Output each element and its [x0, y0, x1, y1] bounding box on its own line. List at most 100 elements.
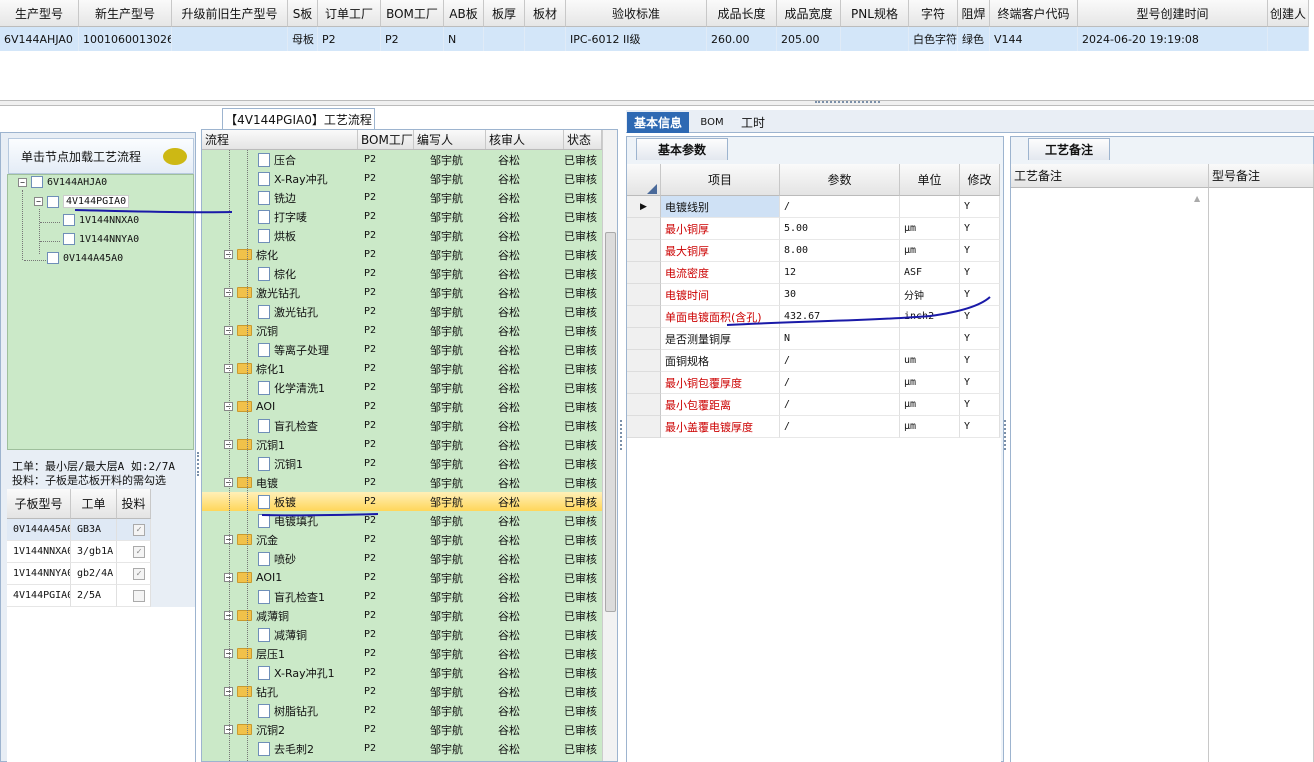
top-cell[interactable]	[525, 27, 566, 51]
row-header[interactable]	[627, 240, 661, 262]
param-item[interactable]: 电镀线别	[661, 196, 780, 218]
process-row[interactable]: 去毛刺2 P2 邹宇航 谷松 已审核	[202, 739, 602, 758]
center-collapse-handle[interactable]	[620, 420, 624, 450]
top-cell[interactable]	[172, 27, 288, 51]
process-name-cell[interactable]: X-Ray冲孔	[202, 171, 358, 187]
param-value[interactable]: 12	[780, 262, 900, 284]
top-col-header[interactable]: 生产型号	[0, 0, 79, 27]
process-row[interactable]: 电镀填孔 P2 邹宇航 谷松 已审核	[202, 511, 602, 530]
param-col-header[interactable]: 参数	[780, 164, 900, 196]
process-col-header[interactable]: 核审人	[486, 130, 564, 149]
tab-bom[interactable]: BOM	[692, 112, 732, 133]
process-row[interactable]: X-Ray冲孔1 P2 邹宇航 谷松 已审核	[202, 663, 602, 682]
param-modify[interactable]: Y	[960, 196, 1000, 218]
param-unit[interactable]: μm	[900, 240, 960, 262]
param-unit[interactable]	[900, 328, 960, 350]
process-name-cell[interactable]: 盲孔检查	[202, 418, 358, 434]
process-name-cell[interactable]: 沉铜1	[202, 456, 358, 472]
process-row[interactable]: 棕化 P2 邹宇航 谷松 已审核	[202, 264, 602, 283]
tree-expander-icon[interactable]: −	[18, 177, 27, 187]
param-modify[interactable]: Y	[960, 328, 1000, 350]
row-header[interactable]	[627, 394, 661, 416]
process-row[interactable]: − 沉铜2 P2 邹宇航 谷松 已审核	[202, 720, 602, 739]
process-row[interactable]: − 钻孔 P2 邹宇航 谷松 已审核	[202, 682, 602, 701]
process-row[interactable]: − 沉金 P2 邹宇航 谷松 已审核	[202, 530, 602, 549]
tree-node[interactable]: 1V144NNXA0	[50, 214, 139, 226]
process-row[interactable]: 树脂钻孔 P2 邹宇航 谷松 已审核	[202, 701, 602, 720]
tree-node[interactable]: 1V144NNYA0	[50, 233, 139, 245]
tree-node[interactable]: − 6V144AHJA0	[18, 176, 107, 188]
tree-expander-icon[interactable]: −	[34, 197, 43, 206]
process-name-cell[interactable]: − 激光钻孔	[202, 285, 358, 301]
top-cell[interactable]: P2	[381, 27, 444, 51]
process-name-cell[interactable]: − AOI	[202, 400, 358, 413]
param-unit[interactable]: μm	[900, 394, 960, 416]
fed-checkbox[interactable]: ✓	[133, 567, 145, 580]
process-name-cell[interactable]: 棕化	[202, 266, 358, 282]
sub-order-cell[interactable]: 2/5A	[71, 585, 117, 607]
process-row[interactable]: − 棕化 P2 邹宇航 谷松 已审核	[202, 245, 602, 264]
process-name-cell[interactable]: 激光钻孔	[202, 304, 358, 320]
param-unit[interactable]: μm	[900, 416, 960, 438]
param-modify[interactable]: Y	[960, 394, 1000, 416]
process-row[interactable]: − AOI1 P2 邹宇航 谷松 已审核	[202, 568, 602, 587]
process-name-cell[interactable]: − 沉铜1	[202, 437, 358, 453]
process-scroll-thumb[interactable]	[605, 232, 616, 612]
process-row[interactable]: 烘板 P2 邹宇航 谷松 已审核	[202, 226, 602, 245]
top-col-header[interactable]: 成品宽度	[777, 0, 841, 27]
process-name-cell[interactable]: − 钻孔	[202, 684, 358, 700]
process-row[interactable]: 喷砂 P2 邹宇航 谷松 已审核	[202, 549, 602, 568]
param-item[interactable]: 最小铜厚	[661, 218, 780, 240]
process-name-cell[interactable]: − 电镀	[202, 475, 358, 491]
row-header[interactable]	[627, 306, 661, 328]
sub-fed-cell[interactable]: ✓	[117, 541, 151, 563]
param-item[interactable]: 单面电镀面积(含孔)	[661, 306, 780, 328]
top-col-header[interactable]: 新生产型号	[79, 0, 172, 27]
param-col-header[interactable]: 修改	[960, 164, 1000, 196]
process-col-header[interactable]: 编写人	[414, 130, 486, 149]
process-name-cell[interactable]: − 沉铜	[202, 323, 358, 339]
param-col-header[interactable]: 项目	[661, 164, 780, 196]
sub-order-cell[interactable]: gb2/4A	[71, 563, 117, 585]
top-col-header[interactable]: 板材	[525, 0, 566, 27]
top-cell[interactable]: 母板	[288, 27, 318, 51]
tab-work-hours[interactable]: 工时	[735, 112, 771, 133]
sub-col-header[interactable]: 投料	[117, 489, 151, 519]
process-col-header[interactable]: 流程	[202, 130, 358, 149]
param-unit[interactable]: um	[900, 350, 960, 372]
top-col-header[interactable]: AB板	[444, 0, 484, 27]
top-col-header[interactable]: 订单工厂	[318, 0, 381, 27]
row-header[interactable]	[627, 372, 661, 394]
top-cell[interactable]: IPC-6012 II级	[566, 27, 707, 51]
param-value[interactable]: 8.00	[780, 240, 900, 262]
top-col-header[interactable]: PNL规格	[841, 0, 909, 27]
top-cell[interactable]	[841, 27, 909, 51]
process-name-cell[interactable]: 减薄铜	[202, 627, 358, 643]
top-col-header[interactable]: 终端客户代码	[990, 0, 1078, 27]
top-cell[interactable]: 白色字符	[909, 27, 958, 51]
param-modify[interactable]: Y	[960, 240, 1000, 262]
row-header[interactable]	[627, 284, 661, 306]
top-cell[interactable]: 260.00	[707, 27, 777, 51]
top-col-header[interactable]: 型号创建时间	[1078, 0, 1268, 27]
sub-fed-cell[interactable]: ✓	[117, 563, 151, 585]
process-row[interactable]: 板镀 P2 邹宇航 谷松 已审核	[202, 492, 602, 511]
param-value[interactable]: /	[780, 372, 900, 394]
process-scrollbar[interactable]	[602, 130, 617, 761]
param-item[interactable]: 最大铜厚	[661, 240, 780, 262]
top-col-header[interactable]: BOM工厂	[381, 0, 444, 27]
process-row[interactable]: − 棕化1 P2 邹宇航 谷松 已审核	[202, 359, 602, 378]
row-header[interactable]: ▶	[627, 196, 661, 218]
param-modify[interactable]: Y	[960, 262, 1000, 284]
param-value[interactable]: /	[780, 350, 900, 372]
top-cell[interactable]: 205.00	[777, 27, 841, 51]
process-row[interactable]: − 激光钻孔 P2 邹宇航 谷松 已审核	[202, 283, 602, 302]
param-value[interactable]: 432.67	[780, 306, 900, 328]
param-modify[interactable]: Y	[960, 372, 1000, 394]
sub-model-cell[interactable]: 1V144NNXA0	[7, 541, 71, 563]
process-name-cell[interactable]: − 沉金	[202, 532, 358, 548]
tree-node[interactable]: − 4V144PGIA0	[34, 195, 130, 208]
process-name-cell[interactable]: − AOI1	[202, 571, 358, 584]
top-cell[interactable]	[484, 27, 525, 51]
notes-scroll-arrow-icon[interactable]: ▲	[1194, 194, 1200, 203]
